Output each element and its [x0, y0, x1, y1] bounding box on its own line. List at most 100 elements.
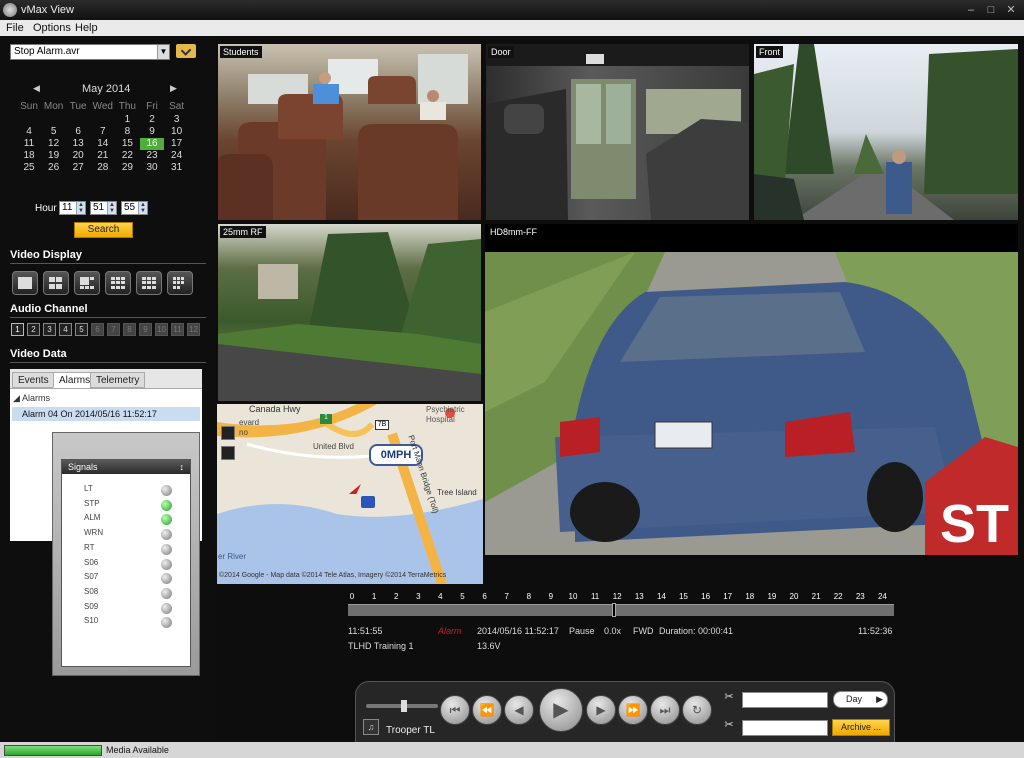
spin-arrows-icon[interactable]: ▲ ▼: [138, 202, 147, 214]
volume-slider-thumb[interactable]: [401, 700, 407, 712]
calendar-day[interactable]: 26: [42, 162, 66, 174]
sort-icon[interactable]: ↕: [180, 462, 185, 472]
calendar-day[interactable]: 8: [115, 126, 139, 138]
list-item[interactable]: Alarm 04 On 2014/05/16 11:52:17: [12, 407, 200, 421]
menu-help[interactable]: Help: [75, 22, 98, 34]
playhead[interactable]: [612, 603, 616, 617]
speaker-icon[interactable]: ♫: [363, 719, 379, 735]
calendar-day[interactable]: 7: [91, 126, 115, 138]
minute-input[interactable]: 51 ▲ ▼: [90, 201, 117, 215]
calendar-day[interactable]: 28: [91, 162, 115, 174]
audio-channel-button[interactable]: 5: [75, 323, 88, 336]
tab-telemetry[interactable]: Telemetry: [90, 372, 146, 388]
skip-start-icon[interactable]: ⏮: [440, 695, 470, 725]
search-button[interactable]: Search: [74, 222, 133, 238]
audio-channel-button[interactable]: 10: [155, 323, 168, 336]
close-icon[interactable]: ✕: [1004, 3, 1018, 17]
camera-view-door[interactable]: Door: [486, 44, 749, 220]
calendar-day[interactable]: 5: [42, 126, 66, 138]
calendar-day[interactable]: 11: [17, 138, 41, 150]
loop-icon[interactable]: ↻: [682, 695, 712, 725]
calendar-day[interactable]: 17: [165, 138, 189, 150]
calendar-day[interactable]: 22: [115, 150, 139, 162]
audio-channel-button[interactable]: 11: [171, 323, 184, 336]
step-forward-icon[interactable]: ▶: [586, 695, 616, 725]
fast-forward-icon[interactable]: ⏩: [618, 695, 648, 725]
prev-month-icon[interactable]: ◀: [33, 83, 40, 94]
calendar-day[interactable]: 10: [165, 126, 189, 138]
hour-input[interactable]: 11 ▲ ▼: [59, 201, 86, 215]
calendar-day[interactable]: 12: [42, 138, 66, 150]
clip-end-icon[interactable]: ✂: [720, 718, 738, 734]
calendar-day[interactable]: 13: [66, 138, 90, 150]
layout-1-icon[interactable]: [12, 271, 38, 295]
chevron-right-icon[interactable]: ▶: [876, 694, 883, 705]
menu-file[interactable]: File: [6, 22, 24, 34]
audio-channel-button[interactable]: 8: [123, 323, 136, 336]
chevron-down-icon[interactable]: ▼: [157, 45, 169, 59]
calendar-day[interactable]: 15: [115, 138, 139, 150]
calendar-day[interactable]: 25: [17, 162, 41, 174]
calendar-day[interactable]: 21: [91, 150, 115, 162]
layout-10-icon[interactable]: [136, 271, 162, 295]
audio-channel-button[interactable]: 3: [43, 323, 56, 336]
menu-options[interactable]: Options: [33, 22, 71, 34]
volume-slider[interactable]: [366, 700, 438, 712]
audio-channel-button[interactable]: 9: [139, 323, 152, 336]
calendar-day[interactable]: 19: [42, 150, 66, 162]
open-folder-icon[interactable]: [176, 44, 196, 58]
camera-view-front[interactable]: Front: [754, 44, 1018, 220]
audio-channel-button[interactable]: 6: [91, 323, 104, 336]
map-view[interactable]: Canada Hwy Psychiatric Hospital United B…: [217, 404, 483, 584]
minimize-icon[interactable]: –: [964, 3, 978, 17]
calendar-day[interactable]: 18: [17, 150, 41, 162]
calendar-day[interactable]: 31: [165, 162, 189, 174]
step-back-icon[interactable]: ◀: [504, 695, 534, 725]
clip-end-field[interactable]: [742, 720, 828, 736]
second-input[interactable]: 55 ▲ ▼: [121, 201, 148, 215]
timeline-bar[interactable]: [348, 603, 894, 617]
audio-channel-button[interactable]: 2: [27, 323, 40, 336]
audio-channel-button[interactable]: 4: [59, 323, 72, 336]
calendar-day[interactable]: 4: [17, 126, 41, 138]
audio-channel-button[interactable]: 12: [187, 323, 200, 336]
calendar-day[interactable]: 2: [140, 114, 164, 126]
camera-view-25mm-rf[interactable]: 25mm RF: [218, 224, 481, 401]
clip-start-field[interactable]: [742, 692, 828, 708]
audio-channel-button[interactable]: 1: [11, 323, 24, 336]
calendar-day[interactable]: 3: [165, 114, 189, 126]
collapse-icon[interactable]: ◢: [13, 393, 20, 403]
calendar-day[interactable]: 20: [66, 150, 90, 162]
play-icon[interactable]: ▶: [539, 688, 583, 732]
camera-view-students[interactable]: Students: [218, 44, 481, 220]
layout-4-icon[interactable]: [43, 271, 69, 295]
calendar-day[interactable]: 9: [140, 126, 164, 138]
zoom-in-icon[interactable]: [221, 426, 235, 440]
skip-end-icon[interactable]: ⏭: [650, 695, 680, 725]
range-select[interactable]: Day ▶: [833, 691, 888, 708]
alarm-group[interactable]: ◢ Alarms: [13, 393, 50, 404]
calendar-day[interactable]: 29: [115, 162, 139, 174]
spin-arrows-icon[interactable]: ▲ ▼: [107, 202, 116, 214]
archive-button[interactable]: Archive ...: [832, 719, 890, 736]
spin-arrows-icon[interactable]: ▲ ▼: [76, 202, 85, 214]
layout-9-icon[interactable]: [105, 271, 131, 295]
calendar-day[interactable]: 27: [66, 162, 90, 174]
rewind-icon[interactable]: ⏪: [472, 695, 502, 725]
calendar-day[interactable]: 23: [140, 150, 164, 162]
camera-view-hd8mm-ff[interactable]: ST HD8mm-FF: [485, 224, 1018, 555]
calendar-day[interactable]: 1: [115, 114, 139, 126]
maximize-icon[interactable]: □: [984, 3, 998, 17]
clip-start-icon[interactable]: ✂: [720, 690, 738, 706]
next-month-icon[interactable]: ▶: [170, 83, 177, 94]
calendar-day[interactable]: 30: [140, 162, 164, 174]
zoom-out-icon[interactable]: [221, 446, 235, 460]
calendar-day[interactable]: 14: [91, 138, 115, 150]
tab-events[interactable]: Events: [12, 372, 55, 388]
calendar-day[interactable]: 6: [66, 126, 90, 138]
calendar-day[interactable]: 24: [165, 150, 189, 162]
file-select[interactable]: Stop Alarm.avr ▼: [10, 44, 170, 60]
layout-6-icon[interactable]: [74, 271, 100, 295]
audio-channel-button[interactable]: 7: [107, 323, 120, 336]
calendar-day[interactable]: 16: [140, 138, 164, 150]
